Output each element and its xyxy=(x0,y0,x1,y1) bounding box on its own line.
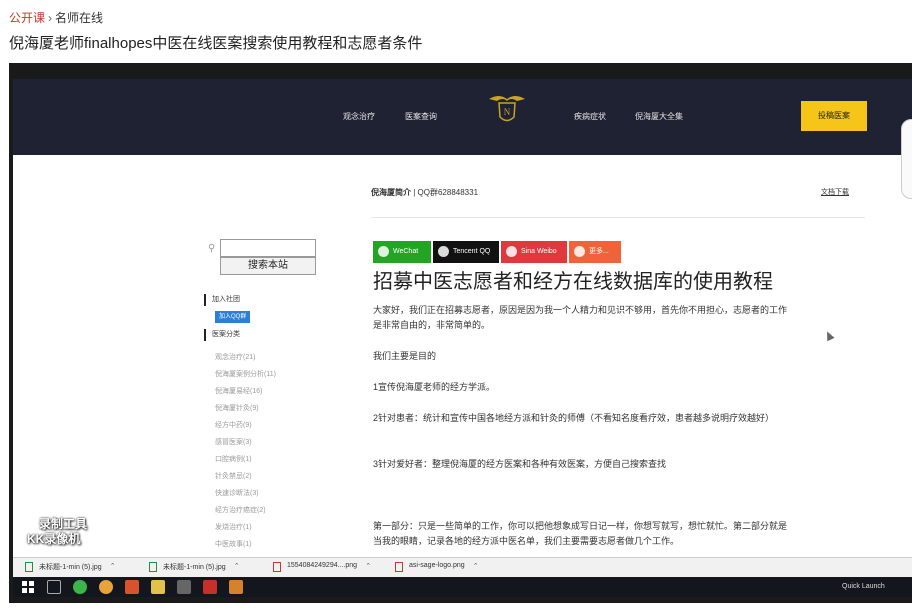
nav-item-disease-symptoms[interactable]: 疾病症状 xyxy=(574,111,606,122)
download-filename: asi-sage-logo.png xyxy=(409,562,465,569)
breadcrumb-home-link[interactable]: 公开课 xyxy=(9,11,45,25)
article-paragraph: 2针对患者：统计和宣传中国各地经方派和针灸的师傅（不看知名度看疗效，患者越多说明… xyxy=(373,413,775,423)
share-wechat-label: WeChat xyxy=(393,248,419,255)
wechat-app-icon[interactable] xyxy=(73,580,87,594)
case-category-heading: 医案分类 xyxy=(204,329,240,341)
download-item[interactable]: 1554084249294....png ⌃ xyxy=(273,562,371,572)
video-player[interactable]: 观念治疗 医案查询 N 疾病症状 倪海厦大全集 投稿医案 ⚲ 搜索本站 加入社团… xyxy=(9,63,912,603)
site-header: 观念治疗 医案查询 N 疾病症状 倪海厦大全集 投稿医案 xyxy=(13,79,912,155)
breadcrumb-current[interactable]: 名师在线 xyxy=(55,11,103,25)
category-item[interactable]: 观念治疗(21) xyxy=(215,349,276,366)
qq-penguin-icon xyxy=(438,246,449,257)
watermark-line-2: KK录像机 xyxy=(27,532,81,546)
image-file-icon xyxy=(395,562,403,572)
nav-item-case-search[interactable]: 医案查询 xyxy=(405,111,437,122)
breadcrumb: 公开课 › 名师在线 xyxy=(9,9,103,26)
category-item[interactable]: 发烧治疗(1) xyxy=(215,519,276,536)
download-item[interactable]: 未标题-1-min (5).jpg ⌃ xyxy=(25,562,116,572)
search-button[interactable]: 搜索本站 xyxy=(220,257,316,275)
category-item[interactable]: 中医故事(1) xyxy=(215,536,276,553)
nav-item-ni-haixia-collection[interactable]: 倪海厦大全集 xyxy=(635,111,683,122)
category-item[interactable]: 倪海厦针灸(9) xyxy=(215,400,276,417)
page-title: 倪海厦老师finalhopes中医在线医案搜索使用教程和志愿者条件 xyxy=(9,35,423,52)
post-case-button[interactable]: 投稿医案 xyxy=(801,101,867,131)
weibo-icon xyxy=(506,246,517,257)
article-paragraph: 我们主要是目的 xyxy=(373,351,437,361)
image-file-icon xyxy=(273,562,281,572)
download-item[interactable]: asi-sage-logo.png ⌃ xyxy=(395,562,479,572)
chevron-up-icon[interactable]: ⌃ xyxy=(365,562,371,570)
chevron-up-icon[interactable]: ⌃ xyxy=(110,562,116,570)
app-icon[interactable] xyxy=(125,580,139,594)
article-title: 招募中医志愿者和经方在线数据库的使用教程 xyxy=(373,271,773,293)
svg-text:N: N xyxy=(504,107,511,117)
app-icon[interactable] xyxy=(177,580,191,594)
article-paragraph: 第一部分：只是一些简单的工作，你可以把他想象成写日记一样，你想写就写，想忙就忙。… xyxy=(373,521,788,546)
search-input[interactable] xyxy=(220,239,316,257)
share-wechat-button[interactable]: WeChat xyxy=(373,241,431,263)
category-item[interactable]: 针灸禁忌(2) xyxy=(215,468,276,485)
watermark-line-1: 录制工具 xyxy=(39,517,88,531)
download-filename: 1554084249294....png xyxy=(287,562,358,569)
share-weibo-button[interactable]: Sina Weibo xyxy=(501,241,567,263)
category-item[interactable]: 倪海厦案例分析(11) xyxy=(215,366,276,383)
download-item[interactable]: 未标题-1-min (5).jpg ⌃ xyxy=(149,562,240,572)
share-qq-label: Tencent QQ xyxy=(453,248,491,255)
download-filename: 未标题-1-min (5).jpg xyxy=(39,564,102,571)
chrome-icon[interactable] xyxy=(99,580,113,594)
mouse-cursor-icon xyxy=(823,329,835,342)
chevron-up-icon[interactable]: ⌃ xyxy=(234,562,240,570)
breadcrumb-separator: › xyxy=(48,11,53,25)
search-icon: ⚲ xyxy=(208,243,216,254)
category-item[interactable]: 快速诊断法(3) xyxy=(215,485,276,502)
filezilla-icon[interactable] xyxy=(203,580,217,594)
wechat-icon xyxy=(378,246,389,257)
category-item[interactable]: 口腔病例(1) xyxy=(215,451,276,468)
article-paragraph: 3针对爱好者：整理倪海厦的经方医案和各种有效医案，方便自己搜索查找 xyxy=(373,459,667,469)
share-more-label: 更多... xyxy=(589,248,609,255)
download-bar: 未标题-1-min (5).jpg ⌃ 未标题-1-min (5).jpg ⌃ 15… xyxy=(13,557,912,577)
image-file-icon xyxy=(149,562,157,572)
qq-group-number: QQ群628848331 xyxy=(417,188,479,197)
app-icon[interactable] xyxy=(229,580,243,594)
download-filename: 未标题-1-min (5).jpg xyxy=(163,564,226,571)
divider xyxy=(371,217,865,218)
nav-item-concept-treatment[interactable]: 观念治疗 xyxy=(343,111,375,122)
file-explorer-icon[interactable] xyxy=(151,580,165,594)
article-paragraph: 大家好，我们正在招募志愿者，原因是因为我一个人精力和见识不够用，首先你不用担心，… xyxy=(373,305,788,330)
category-list: 观念治疗(21) 倪海厦案例分析(11) 倪海厦易经(16) 倪海厦针灸(9) … xyxy=(215,349,276,553)
windows-start-icon[interactable] xyxy=(21,580,35,594)
chevron-up-icon[interactable]: ⌃ xyxy=(473,562,479,570)
task-view-icon[interactable] xyxy=(47,580,61,594)
category-item[interactable]: 经方治疗癌症(2) xyxy=(215,502,276,519)
recorder-watermark: 录制工具 KK录像机 xyxy=(27,517,87,547)
share-more-button[interactable]: 更多... xyxy=(569,241,621,263)
image-file-icon xyxy=(25,562,33,572)
windows-taskbar: Quick Launch xyxy=(13,577,912,597)
category-item[interactable]: 倪海厦易经(16) xyxy=(215,383,276,400)
author-intro-name[interactable]: 倪海厦简介 xyxy=(371,188,411,197)
docs-download-link[interactable]: 文档下载 xyxy=(821,187,849,197)
plus-icon xyxy=(574,246,585,257)
share-weibo-label: Sina Weibo xyxy=(521,248,557,255)
join-community-heading: 加入社团 xyxy=(204,294,240,306)
recorded-browser-screen: 观念治疗 医案查询 N 疾病症状 倪海厦大全集 投稿医案 ⚲ 搜索本站 加入社团… xyxy=(13,79,912,563)
author-intro: 倪海厦简介 | QQ群628848331 xyxy=(371,187,478,198)
quick-launch-label[interactable]: Quick Launch xyxy=(842,583,885,590)
article-paragraph: 1宣传倪海厦老师的经方学派。 xyxy=(373,382,496,392)
category-item[interactable]: 经方中药(9) xyxy=(215,417,276,434)
category-item[interactable]: 感冒医案(3) xyxy=(215,434,276,451)
share-qq-button[interactable]: Tencent QQ xyxy=(433,241,499,263)
join-qq-group-badge[interactable]: 加入QQ群 xyxy=(215,311,251,323)
site-logo-emblem[interactable]: N xyxy=(487,91,527,125)
side-scroll-handle[interactable] xyxy=(901,119,912,199)
